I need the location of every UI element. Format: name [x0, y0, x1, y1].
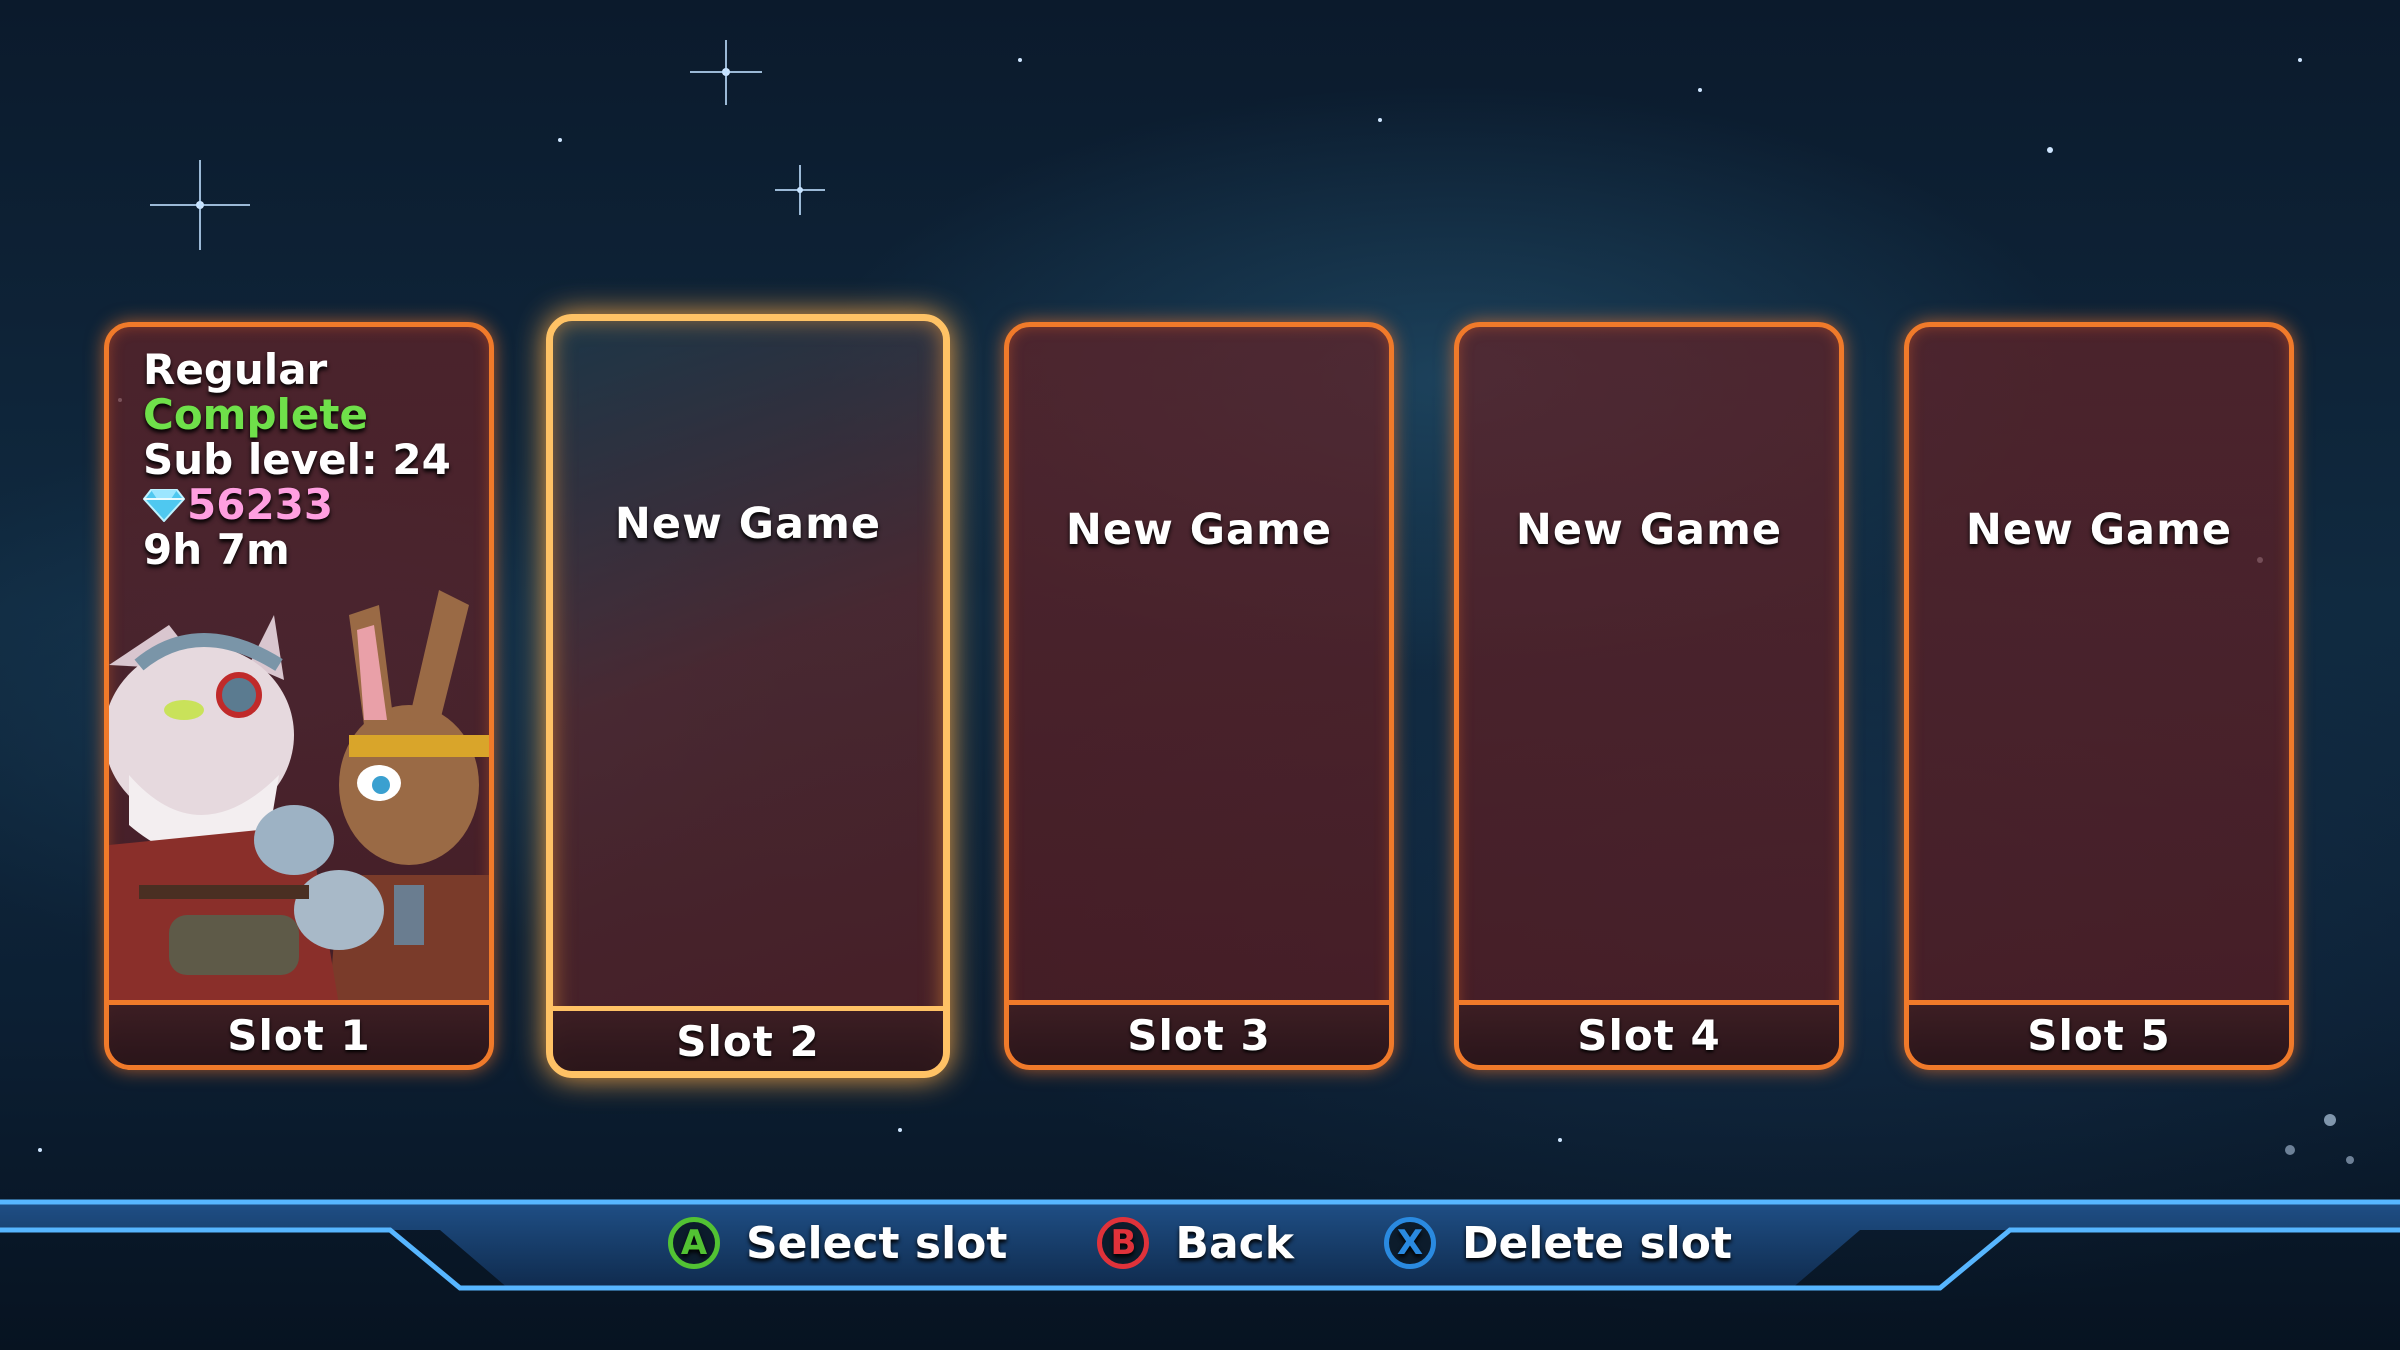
- slot-label: Slot 5: [1909, 1000, 2289, 1065]
- new-game-label: New Game: [1515, 505, 1783, 555]
- select-slot-prompt[interactable]: A Select slot: [667, 1217, 1008, 1269]
- slot-1-info: Regular Complete Sub level: 24 56233 9h …: [143, 347, 451, 572]
- save-slot-4[interactable]: New Game Slot 4: [1454, 322, 1844, 1070]
- save-slot-1[interactable]: Regular Complete Sub level: 24 56233 9h …: [104, 322, 494, 1070]
- save-slot-5[interactable]: New Game Slot 5: [1904, 322, 2294, 1070]
- gem-value: 56233: [187, 480, 334, 529]
- difficulty-label: Regular: [143, 345, 328, 394]
- cat-and-rabbit-heroes-icon: [109, 590, 489, 1005]
- new-game-label: New Game: [614, 499, 882, 549]
- status-label: Complete: [143, 390, 368, 439]
- gem-icon: [143, 488, 185, 522]
- x-button-icon: X: [1383, 1217, 1436, 1269]
- sub-level-label: Sub level: 24: [143, 435, 451, 484]
- controller-prompts: A Select slot B Back X Delete slot: [0, 1210, 2400, 1276]
- new-game-label: New Game: [1965, 505, 2233, 555]
- back-prompt[interactable]: B Back: [1097, 1217, 1294, 1269]
- a-button-icon: A: [667, 1217, 720, 1269]
- delete-slot-prompt[interactable]: X Delete slot: [1383, 1217, 1732, 1269]
- prompt-label: Select slot: [745, 1217, 1008, 1269]
- playtime-label: 9h 7m: [143, 525, 290, 574]
- save-slot-2[interactable]: New Game Slot 2: [546, 314, 950, 1078]
- slot-label: Slot 4: [1459, 1000, 1839, 1065]
- gem-count: 56233: [143, 482, 451, 527]
- slot-label: Slot 3: [1009, 1000, 1389, 1065]
- save-slot-3[interactable]: New Game Slot 3: [1004, 322, 1394, 1070]
- slot-label: Slot 2: [553, 1006, 943, 1071]
- prompt-label: Back: [1175, 1217, 1294, 1269]
- b-button-icon: B: [1097, 1217, 1150, 1269]
- slot-label: Slot 1: [109, 1000, 489, 1065]
- prompt-label: Delete slot: [1461, 1217, 1732, 1269]
- new-game-label: New Game: [1065, 505, 1333, 555]
